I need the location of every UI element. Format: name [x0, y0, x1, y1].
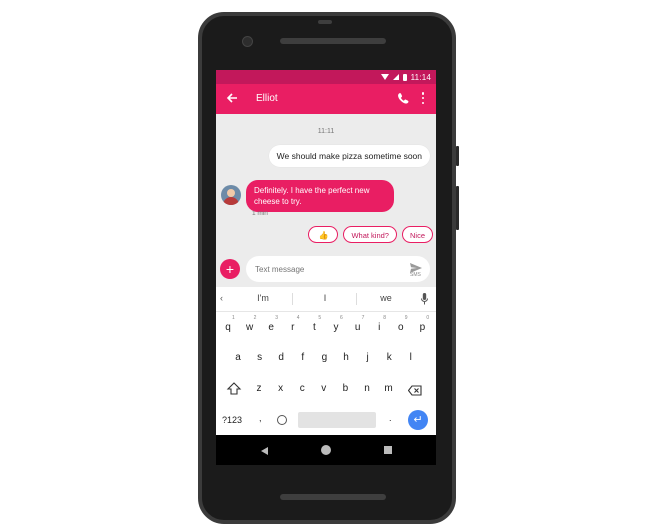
smart-reply-chips: 👍 What kind? Nice — [308, 226, 433, 243]
key-x[interactable]: x — [271, 378, 291, 400]
smart-reply-thumbs-up[interactable]: 👍 — [308, 226, 339, 243]
bottom-speaker — [280, 494, 386, 500]
key-j[interactable]: j — [358, 347, 378, 369]
key-o[interactable]: o — [391, 317, 411, 339]
compose-bar: + SMS — [216, 255, 436, 285]
key-f[interactable]: f — [293, 347, 313, 369]
key-q[interactable]: q — [218, 317, 238, 339]
key-a[interactable]: a — [228, 347, 248, 369]
status-bar: 11:14 — [216, 70, 436, 84]
phone-screen: 11:14 Elliot 11:11 We should make pizza … — [216, 70, 436, 465]
more-vert-icon[interactable] — [421, 92, 425, 104]
key-p[interactable]: p — [412, 317, 432, 339]
app-bar: Elliot — [216, 84, 436, 114]
nav-back-icon[interactable] — [261, 447, 268, 455]
message-input[interactable] — [246, 256, 430, 282]
smart-reply-what-kind[interactable]: What kind? — [343, 226, 397, 243]
key-z[interactable]: z — [249, 378, 269, 400]
key-s[interactable]: s — [250, 347, 270, 369]
suggestion-bar: ‹ I'm I we — [216, 287, 436, 312]
navigation-bar — [216, 435, 436, 465]
key-row-3: zxcvbnm — [216, 378, 436, 400]
shift-icon[interactable] — [224, 378, 244, 400]
incoming-message[interactable]: Definitely. I have the perfect new chees… — [246, 180, 394, 212]
key-hint: 1 — [232, 315, 235, 321]
period-key[interactable]: . — [389, 413, 392, 423]
suggestion-2[interactable]: I — [300, 293, 350, 303]
key-hint: 2 — [253, 315, 257, 321]
chevron-left-icon[interactable]: ‹ — [220, 293, 223, 303]
add-attachment-button[interactable]: + — [220, 259, 240, 279]
sms-label: SMS — [410, 272, 421, 278]
earpiece-speaker — [280, 38, 386, 44]
sensor-slot — [318, 20, 332, 24]
backspace-icon[interactable] — [407, 383, 422, 396]
comma-key[interactable]: , — [259, 413, 262, 423]
enter-button[interactable]: ↵ — [408, 410, 428, 430]
key-row-4: ?123 , . ↵ — [216, 409, 436, 431]
symbols-key[interactable]: ?123 — [222, 415, 242, 425]
key-t[interactable]: t — [304, 317, 324, 339]
key-hint: 5 — [318, 315, 322, 321]
key-d[interactable]: d — [271, 347, 291, 369]
suggestion-3[interactable]: we — [361, 293, 411, 303]
key-row-1: q1w2e3r4t5y6u7i8o9p0 — [216, 315, 436, 339]
key-hint: 6 — [340, 315, 343, 321]
back-arrow-icon[interactable] — [225, 91, 239, 105]
status-time: 11:14 — [410, 72, 431, 82]
key-hint: 0 — [426, 315, 430, 321]
key-b[interactable]: b — [335, 378, 355, 400]
avatar[interactable] — [221, 185, 241, 205]
battery-icon — [402, 73, 407, 81]
space-bar[interactable] — [298, 412, 376, 428]
key-w[interactable]: w — [240, 317, 260, 339]
smart-reply-nice[interactable]: Nice — [401, 226, 433, 243]
contact-name: Elliot — [256, 93, 278, 104]
key-k[interactable]: k — [379, 347, 399, 369]
key-h[interactable]: h — [336, 347, 356, 369]
key-hint: 4 — [296, 315, 300, 321]
key-row-2: asdfghjkl — [216, 347, 436, 369]
emoji-icon[interactable] — [277, 415, 287, 425]
outgoing-message[interactable]: We should make pizza sometime soon — [268, 145, 430, 167]
wifi-icon — [380, 74, 389, 80]
key-i[interactable]: i — [369, 317, 389, 339]
phone-call-icon[interactable] — [396, 91, 410, 105]
key-m[interactable]: m — [379, 378, 399, 400]
signal-icon — [392, 74, 399, 80]
key-v[interactable]: v — [314, 378, 334, 400]
key-hint: 9 — [404, 315, 408, 321]
key-y[interactable]: y — [326, 317, 346, 339]
key-r[interactable]: r — [283, 317, 303, 339]
key-c[interactable]: c — [292, 378, 312, 400]
time-divider: 11:11 — [317, 128, 335, 135]
key-g[interactable]: g — [314, 347, 334, 369]
key-l[interactable]: l — [401, 347, 421, 369]
key-hint: 7 — [361, 315, 365, 321]
key-u[interactable]: u — [348, 317, 368, 339]
nav-home-icon[interactable] — [321, 445, 331, 455]
message-timestamp: 1 min — [252, 210, 268, 217]
volume-button — [456, 186, 459, 230]
key-e[interactable]: e — [261, 317, 281, 339]
send-icon[interactable] — [410, 260, 422, 273]
nav-recents-icon[interactable] — [384, 446, 392, 454]
key-n[interactable]: n — [357, 378, 377, 400]
key-hint: 3 — [275, 315, 278, 321]
front-camera — [242, 36, 253, 47]
key-hint: 8 — [383, 315, 386, 321]
suggestion-1[interactable]: I'm — [238, 293, 288, 303]
microphone-icon[interactable] — [421, 292, 428, 305]
power-button — [456, 146, 459, 166]
keyboard: ‹ I'm I we q1w2e3r4t5y6u7i8o9p0 asdfghjk… — [216, 287, 436, 435]
